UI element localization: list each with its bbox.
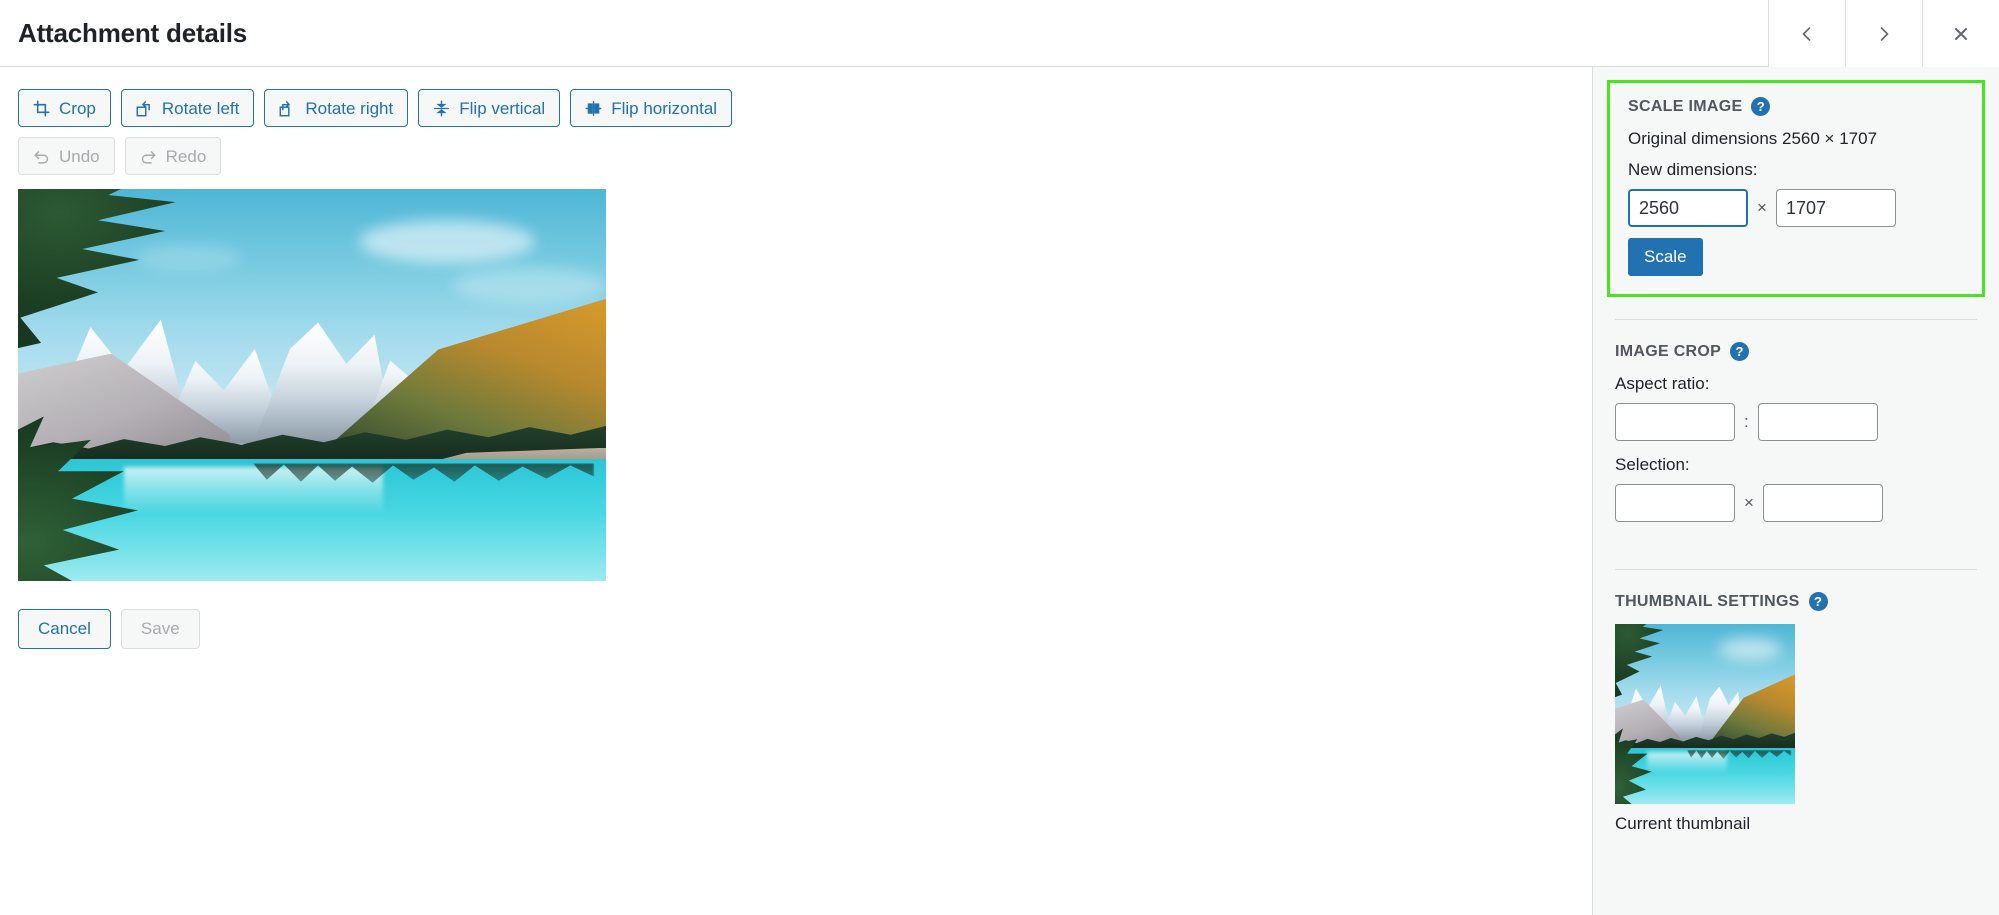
current-thumbnail-caption: Current thumbnail — [1615, 814, 1751, 833]
scale-button[interactable]: Scale — [1628, 238, 1703, 276]
flip-horizontal-icon — [585, 100, 602, 117]
image-editor-sidebar: SCALE IMAGE ? Original dimensions 2560 ×… — [1592, 67, 1999, 915]
flip-horizontal-button[interactable]: Flip horizontal — [570, 89, 733, 127]
lake-mountain-photo — [18, 189, 606, 581]
aspect-ratio-label: Aspect ratio: — [1615, 374, 1710, 393]
rotate-left-button[interactable]: Rotate left — [120, 89, 255, 127]
chevron-right-icon — [1874, 24, 1894, 44]
new-dimensions-label: New dimensions: — [1628, 160, 1758, 179]
crop-button-label: Crop — [59, 98, 96, 118]
scale-width-input[interactable] — [1628, 189, 1748, 227]
image-crop-title: IMAGE CROP — [1615, 342, 1722, 360]
rotate-right-button[interactable]: Rotate right — [264, 89, 409, 127]
dimension-separator: × — [1757, 198, 1767, 217]
thumbnail-settings-help-icon[interactable]: ? — [1808, 592, 1828, 611]
thumbnail-settings-heading: THUMBNAIL SETTINGS ? — [1615, 592, 1977, 611]
previous-attachment-button[interactable] — [1768, 0, 1845, 67]
save-button[interactable]: Save — [120, 609, 200, 649]
thumbnail-settings-section: THUMBNAIL SETTINGS ? Current thumbnail — [1615, 569, 1977, 848]
current-thumbnail-image — [1615, 624, 1795, 804]
close-modal-button[interactable] — [1922, 0, 1999, 67]
original-dimensions-text: Original dimensions 2560 × 1707 — [1628, 129, 1878, 148]
aspect-ratio-fields: : — [1615, 403, 1977, 441]
rotate-right-button-label: Rotate right — [305, 98, 394, 118]
crop-button[interactable]: Crop — [18, 89, 111, 127]
selection-height-input[interactable] — [1762, 484, 1883, 522]
next-attachment-button[interactable] — [1845, 0, 1922, 67]
editor-action-row: Cancel Save — [18, 609, 1574, 649]
rotate-right-icon — [279, 100, 296, 117]
selection-fields: × — [1615, 484, 1977, 522]
image-crop-help-icon[interactable]: ? — [1730, 342, 1750, 361]
scale-image-heading: SCALE IMAGE ? — [1628, 97, 1964, 116]
flip-vertical-icon — [433, 100, 450, 117]
selection-separator: × — [1744, 493, 1754, 512]
rotate-left-icon — [136, 100, 153, 117]
attachment-details-modal: Attachment details Crop Rotate left Rota… — [0, 0, 1999, 915]
image-editor-pane: Crop Rotate left Rotate right Flip verti… — [0, 67, 1592, 915]
redo-button[interactable]: Redo — [124, 137, 222, 175]
scale-image-title: SCALE IMAGE — [1628, 97, 1743, 115]
image-crop-heading: IMAGE CROP ? — [1615, 342, 1977, 361]
crop-icon — [33, 100, 50, 117]
image-edit-toolbar-history: Undo Redo — [18, 137, 1574, 175]
selection-width-input[interactable] — [1615, 484, 1735, 522]
image-edit-toolbar-primary: Crop Rotate left Rotate right Flip verti… — [18, 89, 1574, 127]
undo-button-label: Undo — [59, 146, 100, 166]
close-icon — [1951, 24, 1971, 44]
undo-button[interactable]: Undo — [18, 137, 115, 175]
flip-vertical-button[interactable]: Flip vertical — [418, 89, 561, 127]
image-preview-canvas[interactable] — [18, 189, 606, 581]
undo-icon — [33, 148, 50, 165]
new-dimensions-fields: × — [1628, 189, 1964, 227]
redo-button-label: Redo — [165, 146, 207, 166]
image-crop-section: IMAGE CROP ? Aspect ratio: : Selection: … — [1615, 319, 1977, 547]
selection-label: Selection: — [1615, 455, 1690, 474]
aspect-ratio-height-input[interactable] — [1757, 403, 1878, 441]
flip-vertical-button-label: Flip vertical — [459, 98, 546, 118]
thumbnail-settings-title: THUMBNAIL SETTINGS — [1615, 592, 1800, 610]
scale-height-input[interactable] — [1775, 189, 1896, 227]
modal-header: Attachment details — [0, 0, 1999, 67]
chevron-left-icon — [1797, 24, 1817, 44]
scale-image-section: SCALE IMAGE ? Original dimensions 2560 ×… — [1607, 80, 1985, 297]
aspect-ratio-separator: : — [1744, 412, 1749, 431]
flip-horizontal-button-label: Flip horizontal — [611, 98, 718, 118]
header-nav-group — [1768, 0, 1999, 67]
rotate-left-button-label: Rotate left — [161, 98, 240, 118]
cancel-button[interactable]: Cancel — [18, 609, 111, 649]
redo-icon — [140, 148, 157, 165]
aspect-ratio-width-input[interactable] — [1615, 403, 1735, 441]
page-title: Attachment details — [18, 17, 248, 48]
scale-image-help-icon[interactable]: ? — [1751, 97, 1771, 116]
